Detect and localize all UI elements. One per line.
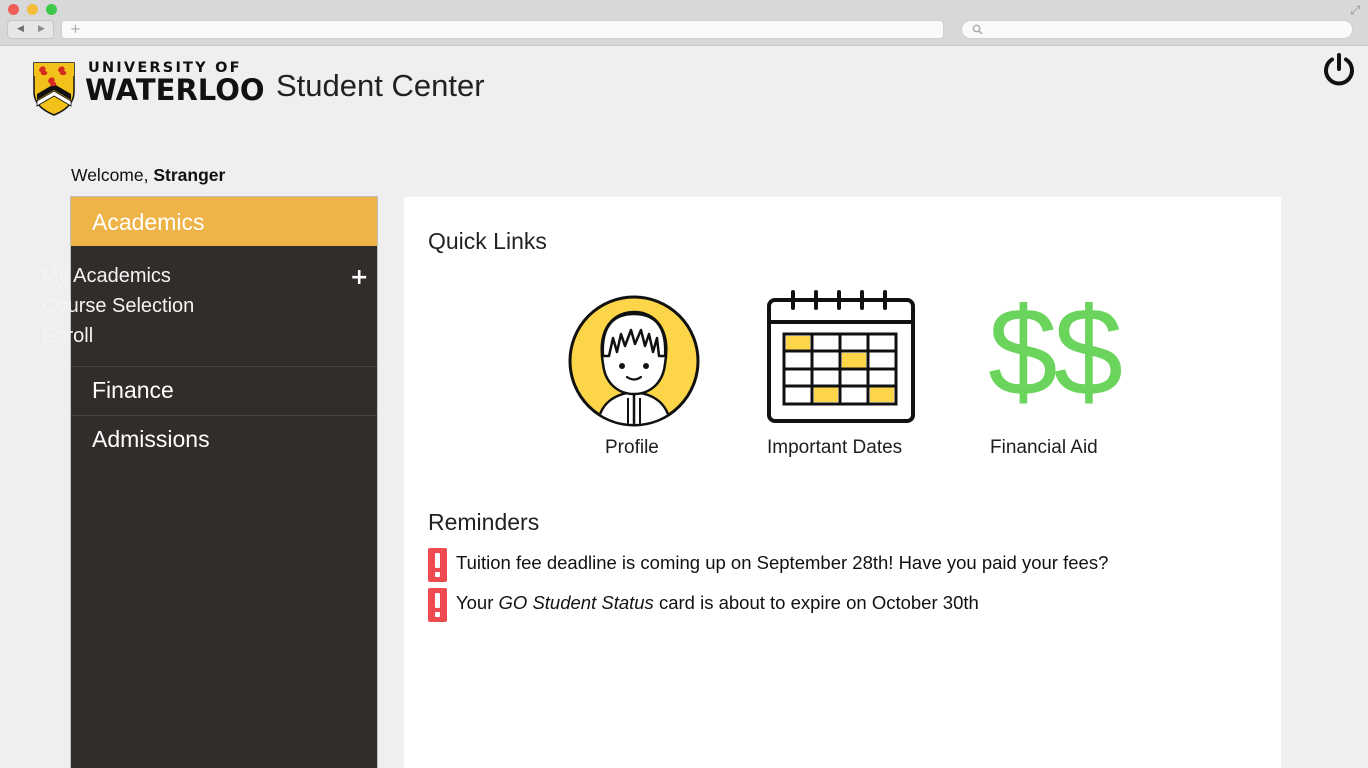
expand-plus-icon[interactable]: + (350, 265, 368, 290)
reminder-text: Tuition fee deadline is coming up on Sep… (456, 552, 1109, 573)
sidebar-item-academics[interactable]: Academics (71, 197, 377, 246)
back-arrow-icon[interactable]: ◀ (17, 24, 24, 34)
calendar-icon (767, 290, 915, 423)
sidebar-item-finance[interactable]: Finance (71, 366, 377, 416)
quick-link-financial-aid-label[interactable]: Financial Aid (990, 437, 1098, 459)
dollar-icon[interactable]: $$ (988, 290, 1123, 415)
history-nav: ◀ ▶ (7, 20, 54, 39)
quick-links-title: Quick Links (428, 228, 547, 254)
reminder-text-before: Your (456, 592, 499, 613)
alert-icon (428, 548, 447, 582)
new-tab-plus-icon[interactable]: + (70, 21, 81, 38)
profile-avatar-icon (568, 295, 700, 427)
sidebar-subitem-my-academics[interactable]: My Academics (42, 265, 171, 288)
quick-link-profile[interactable] (567, 294, 701, 428)
quick-link-important-dates-label[interactable]: Important Dates (767, 437, 902, 459)
reminder-text-emphasis: GO Student Status (498, 592, 654, 613)
main-panel: Quick Links Profile Important Dates $$ F… (404, 197, 1281, 768)
user-name: Stranger (153, 165, 226, 185)
university-crest-logo (33, 62, 75, 116)
close-window-button[interactable] (8, 4, 19, 15)
url-bar[interactable]: + (61, 20, 944, 39)
sidebar-subitem-course-selection[interactable]: Course Selection (42, 295, 194, 318)
reminder-text-after: card is about to expire on October 30th (653, 592, 979, 613)
reminder-text: Your GO Student Status card is about to … (456, 592, 979, 614)
alert-icon (428, 588, 447, 622)
power-icon[interactable] (1321, 52, 1357, 88)
sidebar-subitem-enroll[interactable]: Enroll (42, 325, 93, 348)
welcome-message: Welcome, Stranger (71, 165, 225, 186)
quick-link-important-dates[interactable] (766, 290, 916, 424)
minimize-window-button[interactable] (27, 4, 38, 15)
search-icon (972, 24, 983, 35)
browser-search-input[interactable] (961, 20, 1353, 39)
page-title: Student Center (276, 68, 485, 103)
quick-link-profile-label[interactable]: Profile (605, 437, 659, 459)
logo-waterloo: WATERLOO (85, 73, 265, 107)
maximize-window-button[interactable] (46, 4, 57, 15)
browser-chrome: ⤢ ◀ ▶ + (0, 0, 1368, 46)
reminders-title: Reminders (428, 509, 540, 535)
forward-arrow-icon[interactable]: ▶ (38, 24, 45, 34)
sidebar-item-admissions[interactable]: Admissions (71, 415, 377, 465)
welcome-prefix: Welcome, (71, 165, 154, 185)
fullscreen-icon[interactable]: ⤢ (1350, 3, 1360, 18)
